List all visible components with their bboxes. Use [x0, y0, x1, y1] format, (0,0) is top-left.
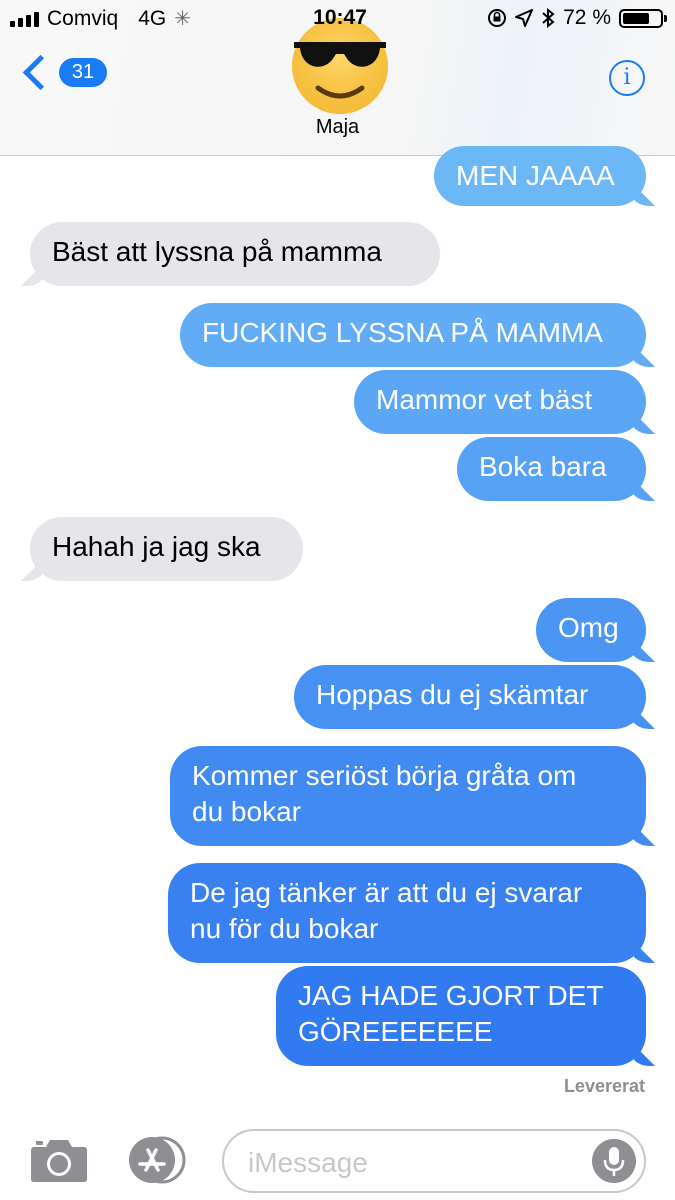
status-bar: Comviq 4G ✳ 10:47 72 % [0, 0, 675, 38]
chevron-left-icon [22, 54, 59, 91]
battery-percentage: 72 % [563, 6, 611, 29]
sent-message-bubble[interactable]: Kommer seriöst börja gråta om du bokar [170, 746, 646, 846]
delivered-status: Levererat [563, 1076, 645, 1096]
battery-icon [619, 8, 667, 28]
received-message-bubble[interactable]: Hahah ja jag ska [30, 517, 303, 581]
received-message-bubble[interactable]: Bäst att lyssna på mamma [30, 222, 440, 286]
sent-message-bubble[interactable]: FUCKING LYSSNA PÅ MAMMA [180, 303, 646, 367]
unread-count-badge: 31 [59, 58, 107, 87]
clock: 10:47 [313, 6, 367, 29]
app-store-icon[interactable] [126, 1136, 186, 1184]
signal-strength-icon [10, 11, 39, 27]
sent-message-bubble[interactable]: Omg [536, 598, 646, 662]
network-type: 4G [138, 6, 167, 30]
orientation-lock-icon [488, 9, 507, 27]
sent-message-bubble[interactable]: Boka bara [457, 437, 646, 501]
sent-message-bubble[interactable]: JAG HADE GJORT DET GÖREEEEEEE [276, 966, 646, 1066]
sent-message-bubble[interactable]: De jag tänker är att du ej svarar nu för… [168, 863, 646, 963]
microphone-icon[interactable] [592, 1139, 636, 1183]
camera-icon[interactable] [30, 1137, 88, 1183]
carrier-name: Comviq [47, 6, 119, 30]
sent-message-bubble[interactable]: MEN JAAAA [434, 146, 646, 206]
activity-spinner-icon: ✳ [174, 8, 191, 30]
info-button[interactable]: i [609, 60, 645, 96]
message-input-placeholder: iMessage [248, 1147, 368, 1178]
location-arrow-icon [515, 9, 534, 27]
sent-message-bubble[interactable]: Mammor vet bäst [354, 370, 646, 434]
contact-name[interactable]: Maja [0, 116, 675, 139]
message-input[interactable]: iMessage [222, 1129, 646, 1193]
back-button[interactable]: 31 [20, 54, 107, 91]
sent-message-bubble[interactable]: Hoppas du ej skämtar [294, 665, 646, 729]
bluetooth-icon [542, 8, 555, 28]
